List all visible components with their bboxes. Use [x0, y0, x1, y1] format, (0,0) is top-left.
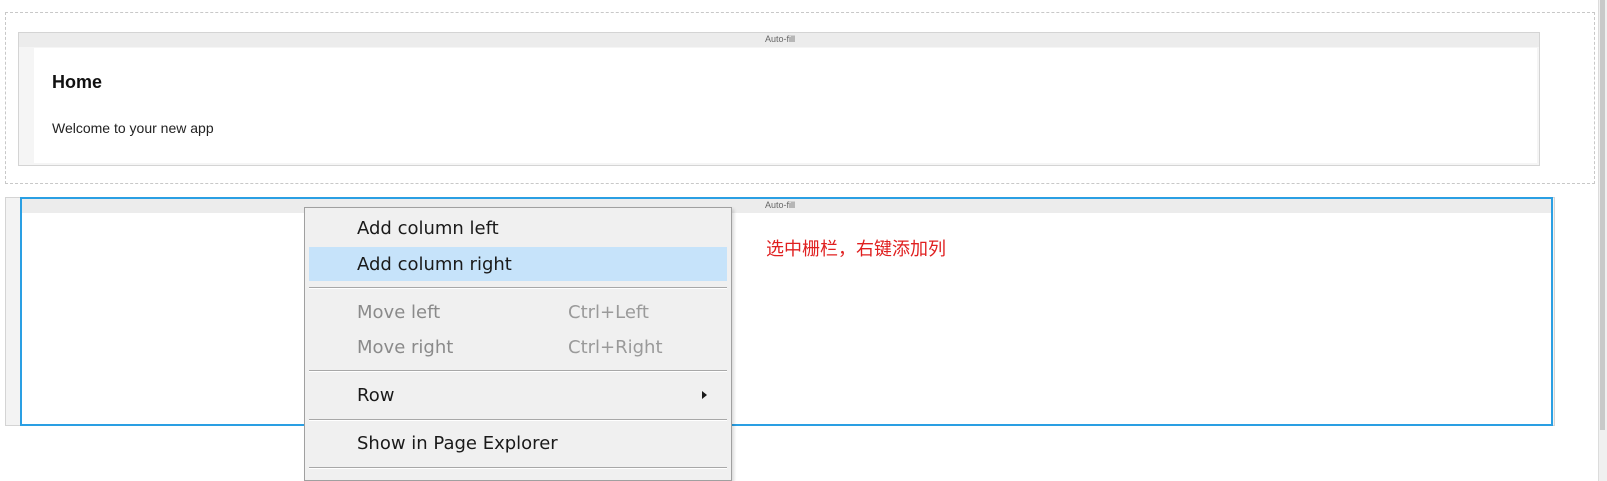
column-body: Home Welcome to your new app [34, 48, 1537, 163]
menu-separator [309, 370, 727, 372]
menu-item-add-column-left[interactable]: Add column left [309, 211, 727, 245]
menu-item-label: Add column right [357, 254, 512, 275]
selected-column[interactable]: Auto-fill [20, 197, 1553, 426]
menu-item-label: Add column left [357, 218, 499, 239]
menu-separator [309, 467, 727, 469]
autofill-label: Auto-fill [765, 34, 796, 44]
shortcut-label: Ctrl+Right [568, 337, 663, 358]
menu-item-move-right[interactable]: Move right Ctrl+Right [309, 330, 727, 364]
menu-item-label: Row [357, 385, 395, 406]
column-header: Auto-fill [22, 199, 1551, 213]
menu-separator [309, 287, 727, 289]
menu-item-show-in-page-explorer[interactable]: Show in Page Explorer [309, 426, 727, 460]
shortcut-label: Ctrl+Left [568, 302, 649, 323]
menu-item-label: Show in Page Explorer [357, 433, 558, 454]
menu-separator [309, 419, 727, 421]
menu-item-move-left[interactable]: Move left Ctrl+Left [309, 295, 727, 329]
menu-item-label: Move left [357, 302, 441, 323]
scrollbar-thumb[interactable] [1600, 0, 1605, 430]
column-header: Auto-fill [19, 33, 1539, 47]
column-home[interactable]: Auto-fill Home Welcome to your new app [18, 32, 1540, 166]
menu-item-add-column-right[interactable]: Add column right [309, 247, 727, 281]
annotation-text: 选中栅栏，右键添加列 [766, 239, 946, 260]
designer-canvas: Auto-fill Home Welcome to your new app A… [0, 0, 1607, 481]
autofill-label: Auto-fill [765, 200, 796, 210]
welcome-text: Welcome to your new app [52, 120, 214, 136]
context-menu: Add column left Add column right Move le… [304, 207, 732, 481]
menu-item-row[interactable]: Row [309, 378, 727, 412]
submenu-arrow-icon [702, 391, 707, 399]
menu-item-label: Move right [357, 337, 454, 358]
page-title: Home [52, 72, 103, 92]
